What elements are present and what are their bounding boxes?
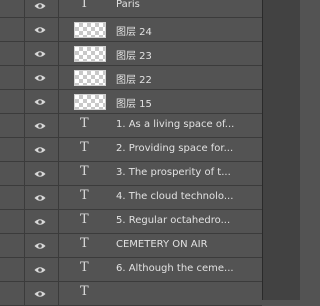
row-divider	[58, 0, 59, 17]
layer-name[interactable]: 3. The prosperity of t...	[116, 167, 258, 178]
row-divider	[58, 210, 59, 233]
row-divider	[58, 186, 59, 209]
layer-row[interactable]: T 1. As a living space of...	[0, 114, 262, 138]
layer-thumbnail[interactable]	[74, 22, 106, 38]
eye-cell	[0, 90, 25, 113]
row-divider	[58, 66, 59, 89]
eye-cell	[0, 42, 25, 65]
text-layer-icon: T	[80, 236, 89, 251]
row-divider	[58, 258, 59, 281]
row-divider	[58, 42, 59, 65]
layer-name[interactable]: 6. Although the ceme...	[116, 263, 258, 274]
eye-cell	[0, 18, 25, 41]
row-divider	[58, 162, 59, 185]
text-layer-icon: T	[80, 140, 89, 155]
layers-panel: T Paris 图层 24 图层 23 图层 22 图层 15 T 1. As …	[0, 0, 262, 306]
eye-icon[interactable]	[34, 170, 46, 178]
eye-icon[interactable]	[34, 146, 46, 154]
layer-row[interactable]: 图层 23	[0, 42, 262, 66]
row-divider	[58, 282, 59, 305]
layer-name[interactable]: 4. The cloud technolo...	[116, 191, 258, 202]
row-divider	[58, 138, 59, 161]
layer-name[interactable]: 1. As a living space of...	[116, 119, 258, 130]
layer-thumbnail[interactable]	[74, 70, 106, 86]
layer-name[interactable]: 5. Regular octahedro...	[116, 215, 258, 226]
eye-icon[interactable]	[34, 290, 46, 298]
eye-cell	[0, 186, 25, 209]
layer-thumbnail[interactable]	[74, 94, 106, 110]
text-layer-icon: T	[80, 260, 89, 275]
eye-cell	[0, 66, 25, 89]
layer-row[interactable]: T 2. Providing space for...	[0, 138, 262, 162]
layer-name[interactable]: CEMETERY ON AIR	[116, 239, 258, 250]
panel-scroll-area[interactable]	[262, 0, 300, 300]
layer-row[interactable]: T Paris	[0, 0, 262, 18]
row-divider	[58, 18, 59, 41]
layer-row[interactable]: 图层 24	[0, 18, 262, 42]
eye-cell	[0, 258, 25, 281]
eye-icon[interactable]	[34, 74, 46, 82]
eye-icon[interactable]	[34, 26, 46, 34]
layer-name[interactable]: 图层 22	[116, 71, 258, 86]
text-layer-icon: T	[80, 284, 89, 299]
layer-name[interactable]: 图层 15	[116, 95, 258, 110]
layer-row[interactable]: T CEMETERY ON AIR	[0, 234, 262, 258]
eye-cell	[0, 0, 25, 17]
layer-row[interactable]: T 3. The prosperity of t...	[0, 162, 262, 186]
layer-name[interactable]: Paris	[116, 0, 258, 10]
layer-row[interactable]: 图层 15	[0, 90, 262, 114]
layer-name[interactable]: 图层 23	[116, 47, 258, 62]
text-layer-icon: T	[80, 116, 89, 131]
eye-icon[interactable]	[34, 122, 46, 130]
eye-cell	[0, 282, 25, 305]
layer-thumbnail[interactable]	[74, 46, 106, 62]
eye-cell	[0, 234, 25, 257]
eye-cell	[0, 138, 25, 161]
text-layer-icon: T	[80, 212, 89, 227]
layer-row[interactable]: 图层 22	[0, 66, 262, 90]
text-layer-icon: T	[80, 164, 89, 179]
eye-cell	[0, 162, 25, 185]
row-divider	[58, 90, 59, 113]
eye-cell	[0, 210, 25, 233]
layer-row[interactable]: T 5. Regular octahedro...	[0, 210, 262, 234]
layer-name[interactable]: 2. Providing space for...	[116, 143, 258, 154]
eye-icon[interactable]	[34, 98, 46, 106]
eye-icon[interactable]	[34, 194, 46, 202]
layer-row[interactable]: T 6. Although the ceme...	[0, 258, 262, 282]
eye-icon[interactable]	[34, 266, 46, 274]
layer-row[interactable]: T	[0, 282, 262, 306]
eye-icon[interactable]	[34, 2, 46, 10]
eye-icon[interactable]	[34, 50, 46, 58]
row-divider	[58, 234, 59, 257]
text-layer-icon: T	[80, 0, 89, 11]
layer-row[interactable]: T 4. The cloud technolo...	[0, 186, 262, 210]
eye-cell	[0, 114, 25, 137]
layer-name[interactable]: 图层 24	[116, 23, 258, 38]
row-divider	[58, 114, 59, 137]
eye-icon[interactable]	[34, 242, 46, 250]
text-layer-icon: T	[80, 188, 89, 203]
eye-icon[interactable]	[34, 218, 46, 226]
